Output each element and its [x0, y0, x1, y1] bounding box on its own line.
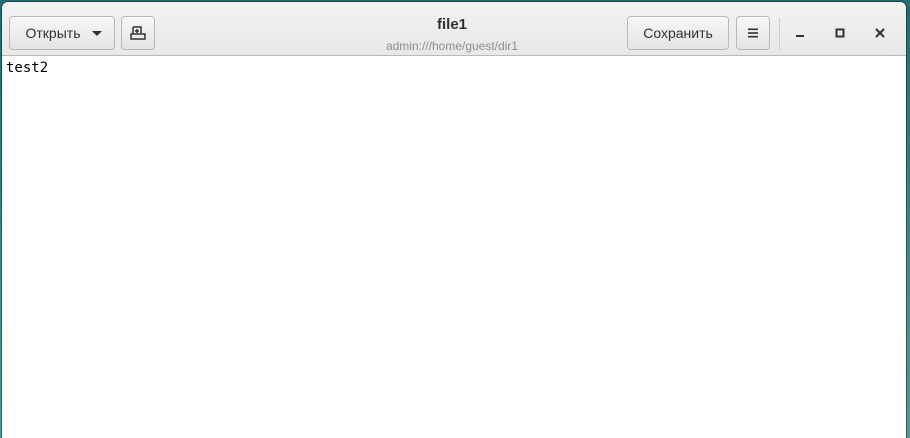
editor-content[interactable]: test2 [6, 60, 48, 76]
new-document-button[interactable] [121, 16, 155, 50]
new-document-icon [130, 26, 146, 40]
headerbar: Открыть file1 admin:///home/guest/dir1 С… [2, 2, 906, 56]
window-subtitle: admin:///home/guest/dir1 [385, 39, 519, 53]
maximize-icon [835, 28, 845, 38]
text-editor-window: Открыть file1 admin:///home/guest/dir1 С… [2, 2, 906, 438]
save-button-label: Сохранить [643, 25, 713, 41]
close-icon [875, 28, 885, 38]
hamburger-menu-icon [748, 28, 758, 38]
minimize-icon [796, 35, 804, 37]
open-button[interactable]: Открыть [9, 16, 115, 50]
headerbar-separator [779, 18, 780, 50]
window-title-area: file1 admin:///home/guest/dir1 [302, 16, 602, 54]
menu-button[interactable] [736, 16, 770, 50]
minimize-button[interactable] [788, 21, 812, 45]
save-button[interactable]: Сохранить [627, 16, 729, 50]
window-title: file1 [436, 16, 467, 33]
text-editor-area[interactable]: test2 [2, 56, 906, 438]
close-button[interactable] [868, 21, 892, 45]
open-button-label: Открыть [25, 25, 81, 41]
chevron-down-icon [92, 30, 103, 36]
maximize-button[interactable] [828, 21, 852, 45]
